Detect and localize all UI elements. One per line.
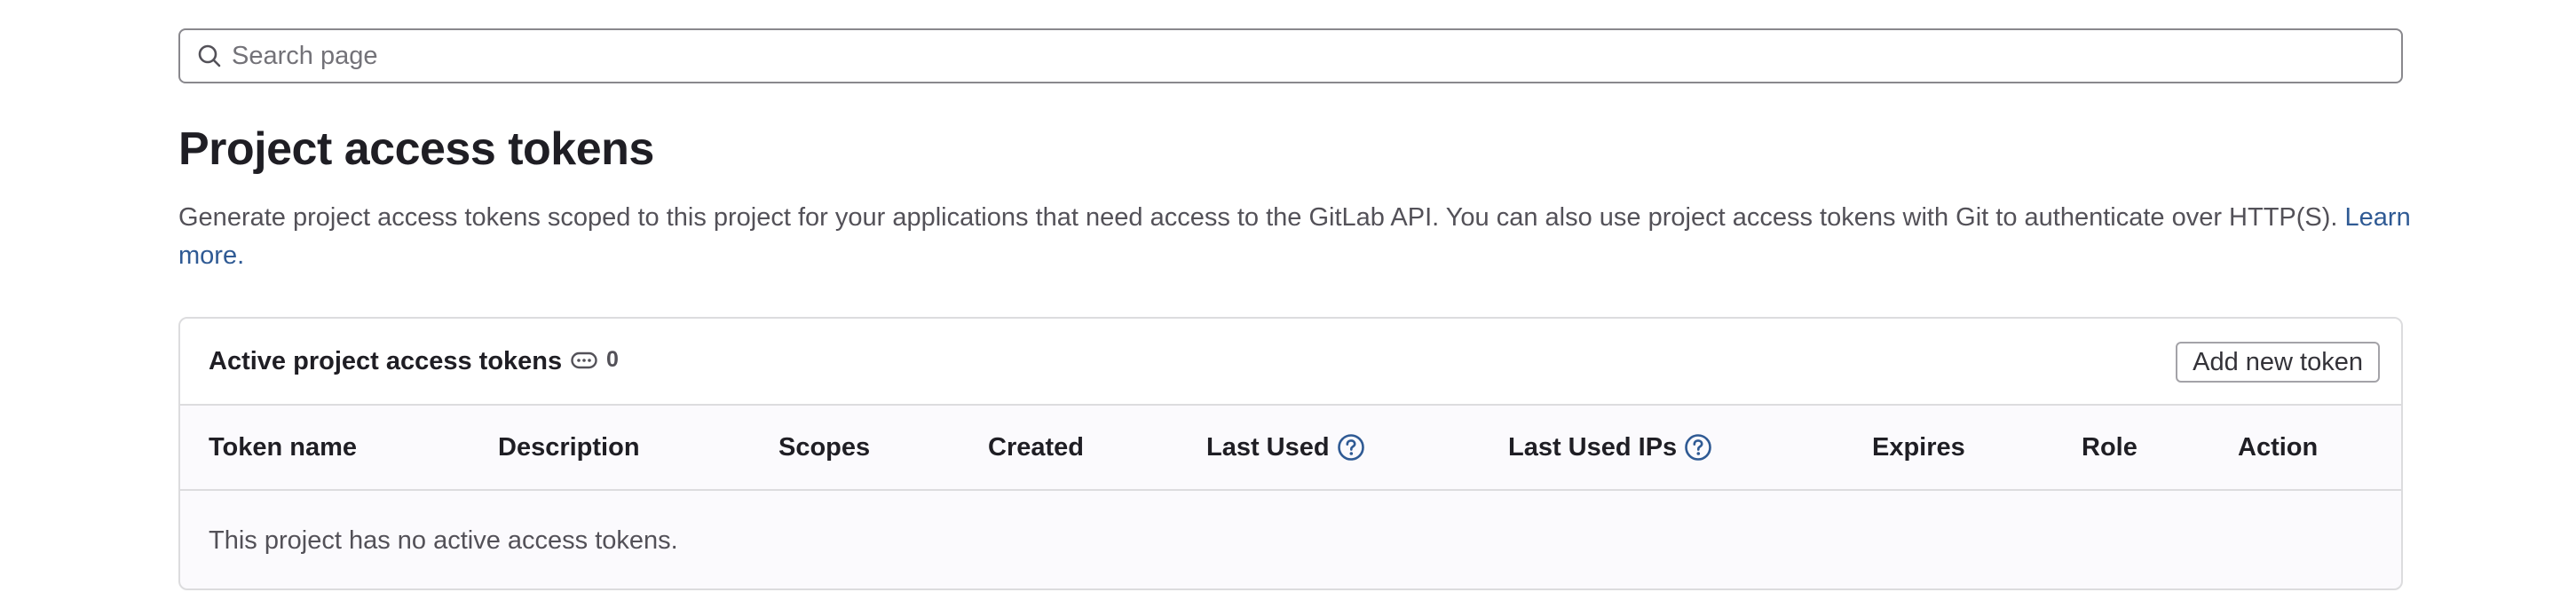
help-icon[interactable] [1684,433,1712,462]
token-count: 0 [606,347,619,372]
column-last-used[interactable]: Last Used [1206,406,1365,489]
table-header: Token name Description Scopes Created La… [180,406,2401,491]
token-count-badge: 0 [571,347,619,373]
help-icon[interactable] [1337,433,1365,462]
search-box[interactable] [178,28,2403,83]
search-icon [196,43,223,69]
empty-state-message: This project has no active access tokens… [209,526,678,555]
token-icon [571,351,597,369]
column-description[interactable]: Description [498,406,640,489]
column-role[interactable]: Role [2082,406,2137,489]
column-scopes[interactable]: Scopes [778,406,870,489]
description-text: Generate project access tokens scoped to… [178,203,2338,232]
page-description: Generate project access tokens scoped to… [178,199,2415,275]
card-title: Active project access tokens [209,347,563,375]
column-token-name[interactable]: Token name [209,406,357,489]
add-new-token-button[interactable]: Add new token [2176,342,2380,383]
page-title: Project access tokens [178,123,654,175]
column-expires[interactable]: Expires [1872,406,1965,489]
card-header: Active project access tokens 0 Add new t… [180,319,2401,406]
column-last-used-ips[interactable]: Last Used IPs [1508,406,1712,489]
page: Project access tokens Generate project a… [0,0,2576,616]
column-action[interactable]: Action [2238,406,2318,489]
search-input[interactable] [232,30,2401,82]
tokens-card: Active project access tokens 0 Add new t… [178,317,2403,590]
column-created[interactable]: Created [988,406,1084,489]
